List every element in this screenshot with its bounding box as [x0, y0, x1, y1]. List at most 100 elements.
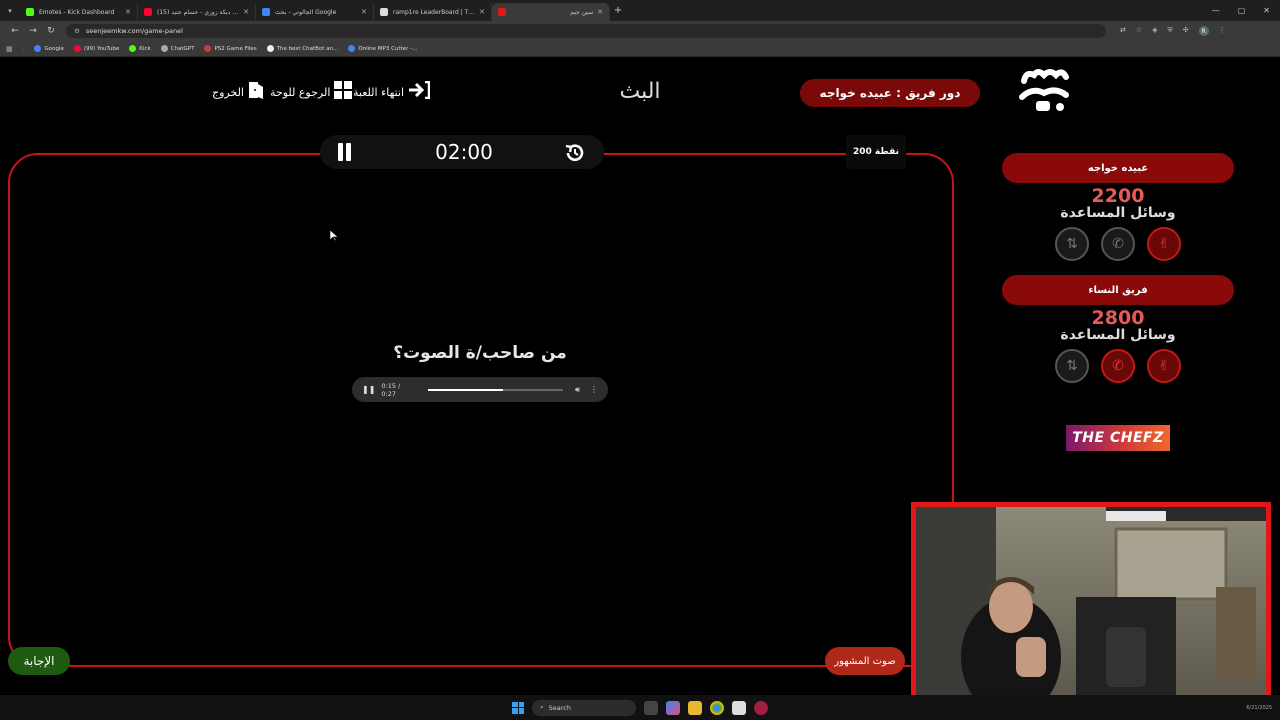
phone-call-icon[interactable]: ✆	[1101, 227, 1135, 261]
apps-grid-icon[interactable]: ▦	[6, 45, 13, 53]
app-icon[interactable]	[754, 700, 768, 715]
webcam-overlay	[911, 502, 1271, 695]
back-to-board-button[interactable]: الرجوع للوحة	[270, 81, 353, 103]
sponsor-logo: THE CHEFZ	[1066, 425, 1170, 451]
bookmark-favicon	[348, 45, 356, 52]
bookmark-item[interactable]: ChatGPT	[160, 45, 195, 52]
points-badge: 200 نقطة	[846, 135, 906, 169]
new-tab-icon[interactable]: +	[610, 5, 626, 16]
bookmark-item[interactable]: PS2 Game Files	[204, 45, 257, 52]
reload-icon[interactable]: ↻	[42, 26, 60, 36]
close-tab-icon[interactable]: ✕	[597, 8, 603, 16]
answer-button[interactable]: الإجابة	[8, 647, 70, 675]
browser-tab-active[interactable]: سين جيم ✕	[492, 3, 610, 21]
helper-row: ⇅ ✆ ✌	[1002, 349, 1234, 383]
category-title: البث	[619, 79, 661, 104]
end-game-label: انتهاء اللعبة	[353, 85, 405, 99]
tab-label: الجالوتي - بحث Google	[275, 8, 337, 16]
back-icon[interactable]: ←	[6, 26, 24, 36]
bookmark-item[interactable]: Kick	[129, 45, 151, 52]
close-tab-icon[interactable]: ✕	[125, 8, 131, 16]
translate-icon[interactable]: ⇄	[1120, 26, 1126, 36]
calendar-icon[interactable]	[732, 700, 746, 715]
bookmark-item[interactable]: Google	[34, 45, 64, 52]
pause-icon[interactable]	[336, 143, 354, 161]
bookmark-favicon	[160, 45, 168, 52]
sign-in-arrow-icon	[408, 80, 431, 103]
bookmark-label: (99) YouTube	[83, 45, 120, 52]
minimize-icon[interactable]: —	[1212, 6, 1220, 15]
mouse-cursor	[329, 227, 339, 242]
phone-call-icon[interactable]: ✆	[1101, 349, 1135, 383]
tab-label: Emotes - Kick Dashboard	[39, 8, 115, 16]
tab-search-icon[interactable]: ▾	[0, 0, 20, 21]
taskbar-search-label: Search	[548, 703, 571, 712]
bookmark-item[interactable]: (99) YouTube	[73, 45, 120, 52]
task-view-icon[interactable]	[644, 700, 658, 715]
audio-more-icon[interactable]: ⋮	[590, 385, 598, 394]
bookmark-label: Google	[44, 45, 64, 52]
browser-tab[interactable]: ramp1re LeaderBoard | The bi...✕	[374, 3, 492, 21]
audio-pause-icon[interactable]: ❚❚	[362, 385, 375, 394]
bookmark-label: ChatGPT	[170, 45, 195, 52]
close-tab-icon[interactable]: ✕	[361, 8, 367, 16]
taskbar: ⌕ Search 6/21/2025	[0, 695, 1280, 720]
browser-tab[interactable]: الجالوتي - بحث Google ✕	[256, 3, 374, 21]
exit-button[interactable]: الخروج	[212, 81, 266, 103]
team-turn-badge: دور فريق : عبيده خواجه	[800, 79, 980, 107]
two-answers-hand-icon[interactable]: ✌	[1147, 227, 1181, 261]
team-score: 2800	[1091, 307, 1145, 329]
question-text: من صاحب/ة الصوت؟	[393, 343, 567, 363]
file-explorer-icon[interactable]	[688, 700, 702, 715]
audio-seek-bar[interactable]	[427, 388, 563, 391]
close-tab-icon[interactable]: ✕	[479, 8, 485, 16]
webcam-image	[916, 507, 1266, 695]
close-window-icon[interactable]: ✕	[1263, 6, 1270, 15]
url-field[interactable]: ⚙ seenjeemkw.com/game-panel	[66, 24, 1106, 38]
maximize-icon[interactable]: ▢	[1238, 6, 1246, 15]
puzzle-icon[interactable]: ✣	[1183, 26, 1189, 36]
tab-favicon	[26, 8, 34, 16]
browser-tab[interactable]: (15) أقوى دبكة زوري - حسام جنيد ✕	[138, 3, 256, 21]
back-to-board-label: الرجوع للوحة	[270, 85, 331, 99]
switch-question-icon[interactable]: ⇅	[1055, 227, 1089, 261]
two-answers-hand-icon[interactable]: ✌	[1147, 349, 1181, 383]
audio-player[interactable]: ❚❚ 0:15 / 0:27 🔊︎ ⋮	[352, 377, 608, 402]
site-info-icon[interactable]: ⚙	[74, 27, 80, 35]
profile-avatar[interactable]: R	[1198, 26, 1209, 36]
search-icon: ⌕	[540, 703, 544, 711]
bookmark-label: PS2 Game Files	[214, 45, 257, 52]
browser-tab[interactable]: Emotes - Kick Dashboard ✕	[20, 3, 138, 21]
team-name: عبيده خواجه	[1002, 153, 1234, 183]
url-text: seenjeemkw.com/game-panel	[85, 27, 183, 35]
helpers-label: وسائل المساعدة	[1060, 205, 1176, 221]
forward-icon[interactable]: →	[24, 26, 42, 36]
taskbar-search[interactable]: ⌕ Search	[532, 699, 636, 716]
bookmark-favicon	[73, 45, 81, 52]
bookmark-star-icon[interactable]: ☆	[1136, 26, 1142, 36]
bookmark-item[interactable]: The best ChatBot an...	[266, 45, 338, 52]
volume-icon[interactable]: 🔊︎	[575, 385, 580, 395]
taskbar-clock: 6/21/2025	[1246, 705, 1272, 711]
audio-progress	[427, 388, 504, 391]
helpers-label: وسائل المساعدة	[1060, 327, 1176, 343]
end-game-button[interactable]: انتهاء اللعبة	[353, 80, 431, 103]
team-name: فريق النساء	[1002, 275, 1234, 305]
switch-question-icon[interactable]: ⇅	[1055, 349, 1089, 383]
chrome-icon[interactable]	[710, 700, 724, 715]
shield-icon[interactable]: ⛨	[1168, 26, 1173, 36]
tab-favicon	[498, 8, 506, 16]
tab-favicon	[380, 8, 388, 16]
close-tab-icon[interactable]: ✕	[243, 8, 249, 16]
windows-start-icon[interactable]	[512, 701, 524, 714]
reset-timer-icon[interactable]	[564, 142, 586, 164]
copilot-icon[interactable]	[666, 700, 680, 715]
famous-voice-button[interactable]: صوت المشهور	[825, 647, 905, 675]
bookmark-label: Online MP3 Cutter -...	[358, 45, 418, 52]
menu-dots-icon[interactable]: ⋮	[1219, 26, 1226, 36]
bookmark-item[interactable]: Online MP3 Cutter -...	[348, 45, 417, 52]
team-card: فريق النساء 2800 وسائل المساعدة ⇅ ✆ ✌	[1002, 275, 1234, 383]
exit-door-icon	[248, 81, 266, 103]
bookmark-label: Kick	[139, 45, 151, 52]
extension-icon[interactable]: ◈	[1152, 26, 1157, 36]
